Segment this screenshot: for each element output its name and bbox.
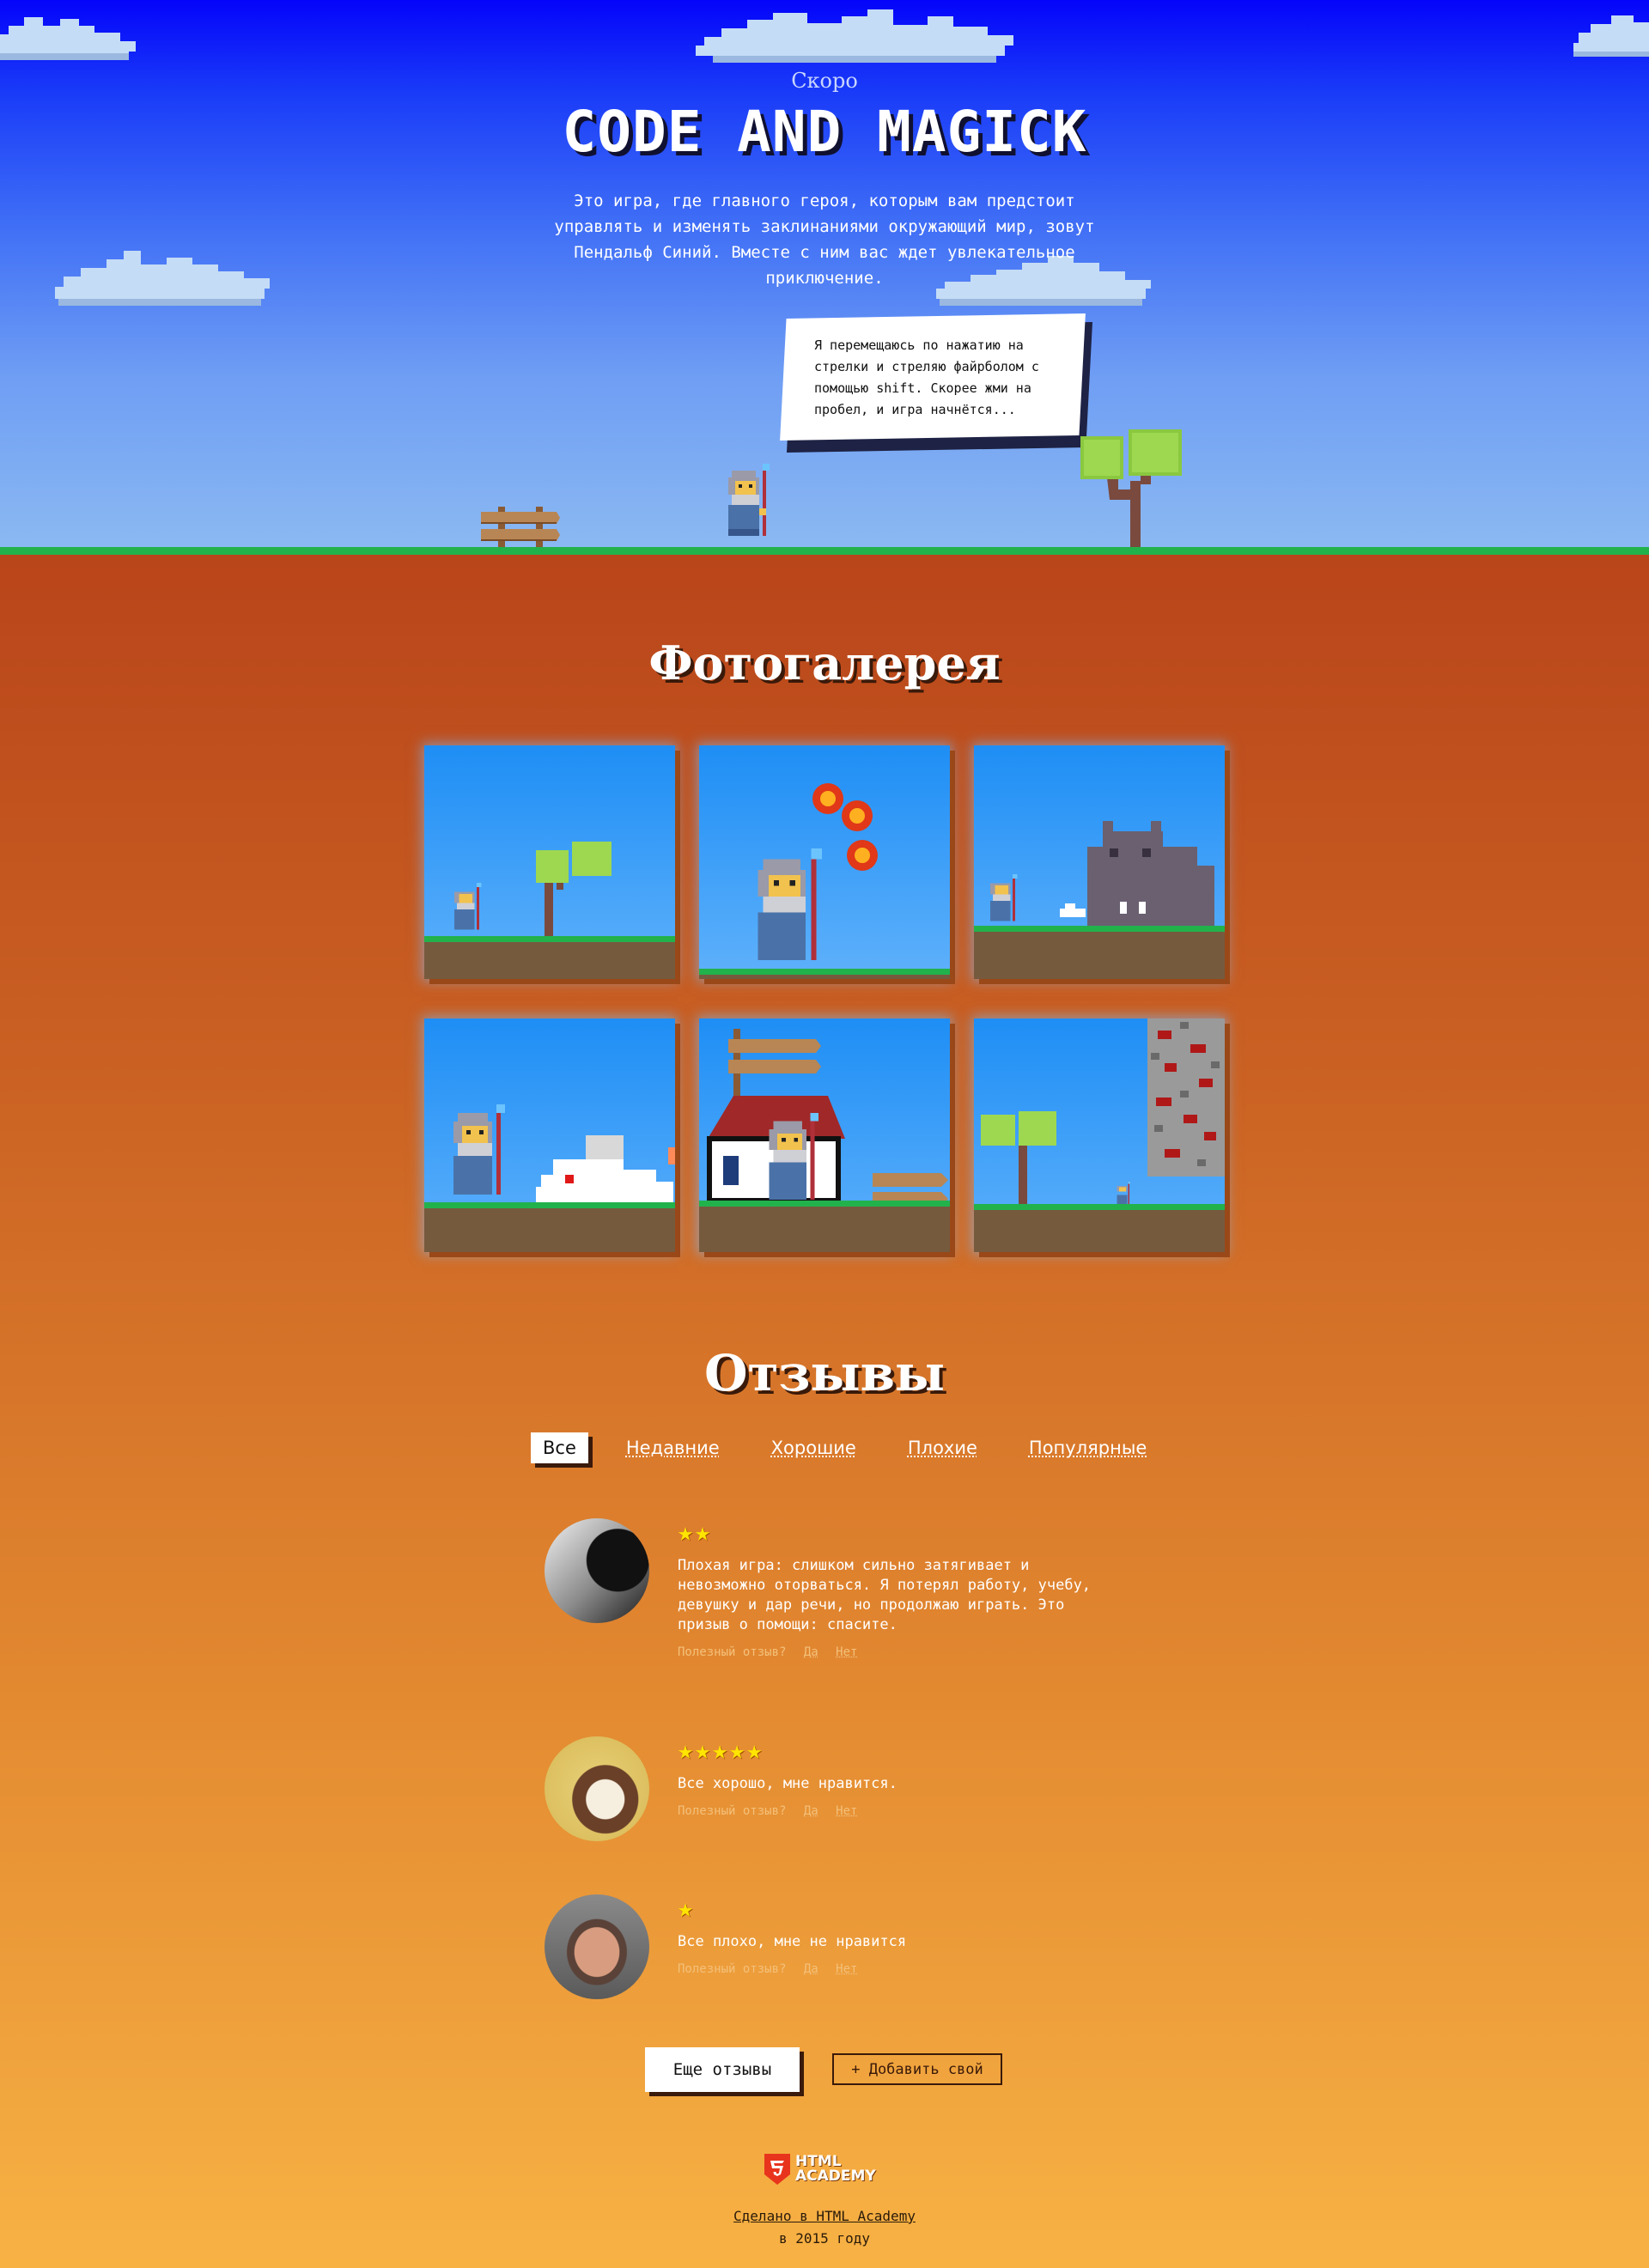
review-rating-stars: ★★★★★ bbox=[678, 1736, 764, 1766]
cloud-top-center bbox=[696, 9, 1013, 63]
review-avatar bbox=[545, 1518, 649, 1623]
hero-section: Скоро Code and Magick Это игра, где глав… bbox=[0, 0, 1649, 555]
hero-ground-line bbox=[0, 547, 1649, 555]
photo-grass bbox=[699, 1201, 950, 1207]
photo-dirt bbox=[699, 1207, 950, 1252]
add-review-button[interactable]: + Добавить свой bbox=[832, 2053, 1002, 2085]
reviews-title: Отзывы bbox=[703, 1344, 946, 1402]
footer-year: в 2015 году bbox=[779, 2230, 870, 2247]
review-quiz: Полезный отзыв? Да Нет bbox=[678, 1804, 1124, 1818]
speech-bubble-text: Я перемещаюсь по нажатию на стрелки и ст… bbox=[814, 337, 1039, 417]
review-text: Плохая игра: слишком сильно затягивает и… bbox=[678, 1557, 1092, 1633]
review-quiz-no[interactable]: Нет bbox=[836, 1645, 857, 1659]
review-body: ★★ Плохая игра: слишком сильно затягивае… bbox=[678, 1517, 1124, 1660]
gallery-title: Фотогалерея bbox=[648, 635, 1001, 690]
gallery-photo-wizard-tree[interactable] bbox=[424, 745, 675, 979]
review-quiz: Полезный отзыв? Да Нет bbox=[678, 1962, 1124, 1976]
review-quiz-label: Полезный отзыв? bbox=[678, 1645, 787, 1659]
photo-dirt bbox=[974, 932, 1225, 979]
gallery-photo-wizard-hippo[interactable] bbox=[974, 745, 1225, 979]
coming-soon-label: Скоро bbox=[791, 69, 858, 93]
footer-made-in: Сделано в HTML Academy bbox=[0, 2208, 1649, 2224]
photo-dirt bbox=[699, 975, 950, 979]
review-rating-stars: ★★ bbox=[678, 1517, 713, 1547]
photo-dirt bbox=[974, 1210, 1225, 1252]
review-quiz: Полезный отзыв? Да Нет bbox=[678, 1645, 1124, 1659]
footer-made-in-link[interactable]: Сделано в HTML Academy bbox=[733, 2208, 916, 2224]
cloud-left bbox=[55, 251, 270, 306]
wooden-sign-icon bbox=[481, 507, 560, 550]
review-quiz-yes[interactable]: Да bbox=[804, 1962, 818, 1976]
gallery-photo-wizard-fireballs[interactable] bbox=[699, 745, 950, 979]
filter-all[interactable]: Все bbox=[531, 1432, 588, 1463]
review-rating-stars: ★ bbox=[678, 1894, 696, 1924]
review-text: Все хорошо, мне нравится. bbox=[678, 1775, 898, 1792]
review-text: Все плохо, мне не нравится bbox=[678, 1933, 907, 1950]
photo-dirt bbox=[424, 942, 675, 979]
game-title: Code and Magick bbox=[0, 99, 1649, 165]
review-avatar bbox=[545, 1736, 649, 1841]
gallery-photo-wizard-wall[interactable] bbox=[974, 1018, 1225, 1252]
html-academy-logo[interactable]: HTML ACADEMY bbox=[764, 2154, 876, 2185]
gallery-photo-wizard-cloud[interactable] bbox=[424, 1018, 675, 1252]
photo-grass bbox=[424, 936, 675, 942]
game-description: Это игра, где главного героя, которым ва… bbox=[554, 192, 1095, 288]
review-quiz-yes[interactable]: Да bbox=[804, 1804, 818, 1818]
review-quiz-label: Полезный отзыв? bbox=[678, 1804, 787, 1818]
wizard-icon bbox=[728, 464, 770, 536]
logo-text: HTML ACADEMY bbox=[795, 2155, 876, 2184]
filter-recent[interactable]: Недавние bbox=[626, 1438, 720, 1458]
logo-line-2: ACADEMY bbox=[795, 2168, 876, 2185]
photo-grass bbox=[974, 926, 1225, 932]
filter-bad[interactable]: Плохие bbox=[908, 1438, 977, 1458]
photo-grass bbox=[699, 969, 950, 975]
cloud-top-left bbox=[0, 17, 136, 60]
review-body: ★ Все плохо, мне не нравится Полезный от… bbox=[678, 1894, 1124, 1977]
tree-icon bbox=[1080, 429, 1182, 548]
review-quiz-label: Полезный отзыв? bbox=[678, 1962, 787, 1976]
review-quiz-yes[interactable]: Да bbox=[804, 1645, 818, 1659]
gallery-photo-wizard-house[interactable] bbox=[699, 1018, 950, 1252]
review-quiz-no[interactable]: Нет bbox=[836, 1962, 857, 1976]
review-filters: Все Недавние Хорошие Плохие Популярные bbox=[531, 1429, 1147, 1467]
photo-dirt bbox=[424, 1208, 675, 1252]
html-academy-shield-icon bbox=[764, 2154, 790, 2185]
more-reviews-button[interactable]: Еще отзывы bbox=[645, 2047, 800, 2092]
game-title-text: Code and Magick bbox=[562, 99, 1087, 165]
review-quiz-no[interactable]: Нет bbox=[836, 1804, 857, 1818]
review-body: ★★★★★ Все хорошо, мне нравится. Полезный… bbox=[678, 1736, 1124, 1819]
photo-grass bbox=[974, 1204, 1225, 1210]
filter-popular[interactable]: Популярные bbox=[1029, 1438, 1147, 1458]
photo-grass bbox=[424, 1202, 675, 1208]
cloud-top-right bbox=[1573, 15, 1649, 57]
review-avatar bbox=[545, 1894, 649, 1999]
photo-scene-2 bbox=[758, 783, 878, 961]
filter-good[interactable]: Хорошие bbox=[771, 1438, 856, 1458]
